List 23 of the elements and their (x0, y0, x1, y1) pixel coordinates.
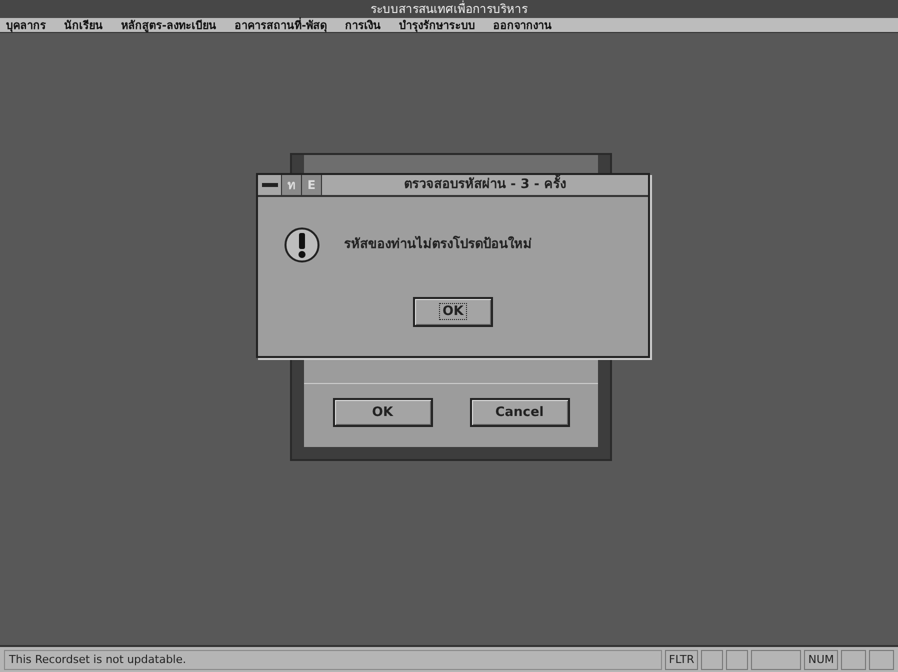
menu-item[interactable]: การเงิน (345, 18, 382, 32)
menu-item[interactable]: อาคารสถานที่-พัสดุ (234, 18, 328, 32)
system-menu-icon[interactable] (262, 183, 278, 187)
status-panel (726, 650, 748, 670)
warning-icon (284, 227, 320, 263)
ok-button[interactable]: OK (413, 297, 493, 326)
menu-item[interactable]: บำรุงรักษาระบบ (399, 18, 476, 32)
status-indicator: FLTR (664, 650, 698, 670)
status-panel (701, 650, 724, 670)
status-panel (869, 650, 894, 670)
status-message: This Recordset is not updatable. (4, 650, 662, 670)
dialog-title: ตรวจสอบรหัสผ่าน - 3 - ครั้ง (403, 175, 567, 194)
menu-item[interactable]: นักเรียน (64, 18, 103, 32)
status-panel (841, 650, 866, 670)
menu-item[interactable]: หลักสูตร-ลงทะเบียน (121, 18, 217, 32)
alert-message: รหัสของท่านไม่ตรงโปรดป้อนใหม่ (344, 235, 532, 254)
menu-item[interactable]: ออกจากงาน (493, 18, 552, 32)
status-panel (751, 650, 802, 670)
ok-button[interactable]: OK (332, 398, 432, 427)
menu-item[interactable]: บุคลากร (6, 18, 46, 32)
status-indicator: NUM (804, 650, 838, 670)
window-title: ระบบสารสนเทศเพื่อการบริหาร (0, 0, 898, 18)
cancel-button[interactable]: Cancel (470, 398, 570, 427)
